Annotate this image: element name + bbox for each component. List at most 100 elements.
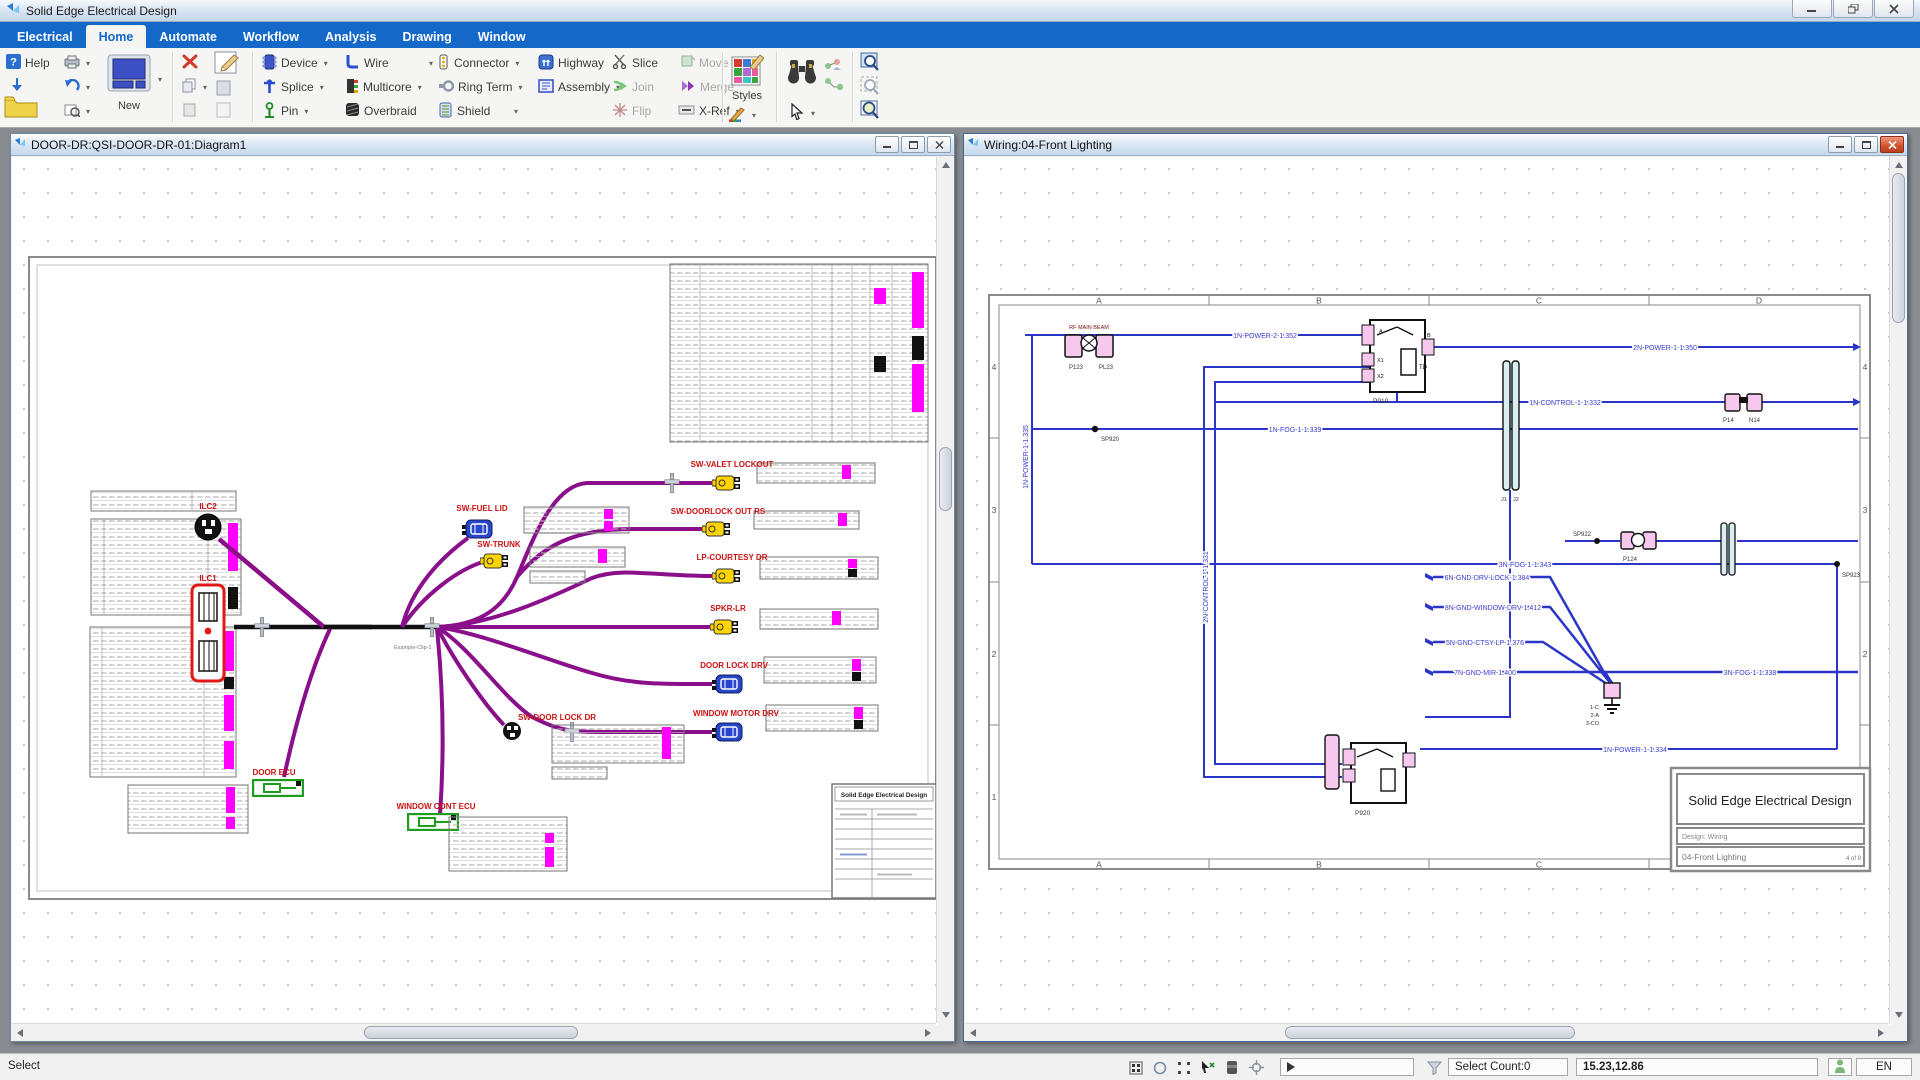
select-points-icon[interactable] (1174, 1059, 1194, 1076)
sheet-light-button[interactable] (216, 100, 232, 122)
find-button[interactable] (786, 54, 818, 88)
edit-sheet-icon (214, 49, 240, 78)
language-indicator[interactable]: EN (1856, 1058, 1912, 1076)
tab-analysis[interactable]: Analysis (312, 25, 389, 48)
select-count-box: Select Count:0 (1448, 1058, 1568, 1076)
help-button[interactable]: ? Help (6, 52, 50, 74)
wiring-window-titlebar[interactable]: Wiring:04-Front Lighting (964, 134, 1907, 156)
component-sw-fuel-lid[interactable] (462, 520, 492, 538)
svg-text:SW-TRUNK: SW-TRUNK (477, 540, 521, 549)
svg-text:5N-GND-CTSY-LP-1.376: 5N-GND-CTSY-LP-1.376 (1446, 640, 1524, 647)
sheet-icon (216, 80, 232, 99)
tool-connector[interactable]: Connector▾ (438, 52, 519, 74)
diagram-window[interactable]: DOOR-DR:QSI-DOOR-DR-01:Diagram1 (10, 133, 955, 1042)
wiring-canvas[interactable]: A B C D A B C D 4 3 2 1 4 3 2 1 (965, 157, 1891, 1025)
component-ilc2[interactable] (195, 514, 221, 540)
component-door-ecu[interactable] (253, 780, 303, 796)
paste-button[interactable] (182, 100, 197, 122)
app-minimize-button[interactable] (1792, 0, 1832, 18)
new-dropdown-arrow[interactable]: ▾ (156, 68, 162, 90)
print-dropdown-arrow[interactable]: ▾ (86, 59, 90, 68)
tab-workflow[interactable]: Workflow (230, 25, 312, 48)
diagram-maximize-button[interactable] (901, 136, 925, 153)
tab-window[interactable]: Window (465, 25, 539, 48)
diagram-vscrollbar[interactable] (936, 157, 953, 1023)
linestyle-button[interactable]: ▾ (728, 104, 756, 126)
svg-text:1N-CONTROL-1-1.332: 1N-CONTROL-1-1.332 (1529, 400, 1601, 407)
diagram-window-titlebar[interactable]: DOOR-DR:QSI-DOOR-DR-01:Diagram1 (11, 134, 954, 156)
tab-automate[interactable]: Automate (146, 25, 230, 48)
zoom-selected-button[interactable] (860, 76, 880, 98)
svg-text:SP922: SP922 (1573, 532, 1592, 538)
folder-icon (4, 94, 38, 121)
diagram-canvas[interactable]: ILC2 ILC1 SW-FUEL LID SW-TRUNK SW-VALET … (12, 157, 938, 1025)
undo-dropdown-arrow[interactable]: ▾ (86, 83, 90, 92)
zoom-fit-button[interactable] (860, 100, 880, 122)
person-icon (1834, 1059, 1846, 1076)
copy-button[interactable]: ▾ (182, 76, 207, 98)
tab-home[interactable]: Home (86, 25, 147, 48)
diagram-hscrollbar[interactable] (12, 1023, 936, 1040)
app-restore-button[interactable] (1833, 0, 1873, 18)
svg-text:2N-CONTROL-1-1.331: 2N-CONTROL-1-1.331 (1203, 551, 1210, 623)
copy-dropdown-arrow[interactable]: ▾ (203, 83, 207, 92)
tool-flip[interactable]: Flip (612, 100, 651, 122)
svg-text:N14: N14 (1749, 418, 1761, 424)
diagram-minimize-button[interactable] (875, 136, 899, 153)
macro-run-combobox[interactable] (1280, 1058, 1414, 1076)
edit-sheet-button[interactable] (214, 50, 240, 76)
slice-scissors-icon (612, 54, 628, 72)
tool-splice[interactable]: Splice▾ (262, 76, 324, 98)
tool-assembly[interactable]: Assembly▾ (538, 76, 620, 98)
delete-button[interactable] (182, 52, 198, 74)
svg-text:X2: X2 (1377, 374, 1384, 380)
component-window-motor[interactable] (712, 723, 742, 741)
tool-slice[interactable]: Slice (612, 52, 658, 74)
export-dropdown-arrow[interactable]: ▾ (86, 107, 90, 116)
app-close-button[interactable] (1874, 0, 1914, 18)
tool-shield[interactable]: Shield▾ (438, 100, 518, 122)
tool-join[interactable]: Join (612, 76, 654, 98)
styles-button[interactable] (730, 54, 764, 88)
export-icon (64, 103, 80, 120)
crosshair-icon[interactable] (1246, 1059, 1266, 1076)
sheet-gray-button[interactable] (216, 78, 232, 100)
select-tool-dropdown-arrow[interactable]: ▾ (811, 109, 815, 118)
tool-ringterm[interactable]: Ring Term▾ (438, 76, 522, 98)
tab-drawing[interactable]: Drawing (389, 25, 464, 48)
ortho-icon[interactable] (1150, 1059, 1170, 1076)
component-sw-door-lock-dr[interactable] (503, 722, 521, 740)
zoom-area-button[interactable] (860, 52, 880, 74)
disconnect-nodes-button[interactable] (824, 74, 844, 96)
wiring-close-button[interactable] (1880, 136, 1904, 153)
undo-button[interactable]: ▾ (64, 76, 90, 98)
device-connector-j1j2[interactable]: J1 J2 (1501, 361, 1519, 503)
device-relay-p910[interactable]: A X1 X2 B TD P910 (1362, 320, 1434, 405)
open-folder-button[interactable] (4, 96, 38, 118)
display-mode-icon[interactable] (1222, 1059, 1242, 1076)
tool-highway[interactable]: Highway (538, 52, 604, 74)
diagram-close-button[interactable] (927, 136, 951, 153)
svg-text:3: 3 (992, 505, 997, 515)
tool-multicore[interactable]: Multicore▾ (345, 76, 422, 98)
filter-icon[interactable] (1424, 1059, 1444, 1076)
wiring-vscrollbar[interactable] (1889, 157, 1906, 1023)
new-diagram-button[interactable] (106, 54, 152, 94)
component-door-lock-drv[interactable] (712, 675, 742, 693)
wiring-window[interactable]: Wiring:04-Front Lighting A B C D (963, 133, 1908, 1042)
select-tool-button[interactable]: ▾ (790, 102, 815, 124)
tool-overbraid[interactable]: Overbraid (345, 100, 417, 122)
tool-device[interactable]: Device▾ (262, 52, 328, 74)
wiring-maximize-button[interactable] (1854, 136, 1878, 153)
snap-cursor-icon[interactable] (1198, 1059, 1218, 1076)
tab-electrical[interactable]: Electrical (4, 25, 86, 48)
grid-snap-icon[interactable] (1126, 1059, 1146, 1076)
print-button[interactable]: ▾ (64, 52, 90, 74)
component-ilc1-selected[interactable] (192, 585, 224, 681)
wiring-minimize-button[interactable] (1828, 136, 1852, 153)
wiring-hscrollbar[interactable] (965, 1023, 1889, 1040)
export-button[interactable]: ▾ (64, 100, 90, 122)
tool-pin[interactable]: Pin▾ (262, 100, 308, 122)
linestyle-dropdown-arrow[interactable]: ▾ (752, 111, 756, 120)
tool-wire[interactable]: Wire▾ (345, 52, 433, 74)
